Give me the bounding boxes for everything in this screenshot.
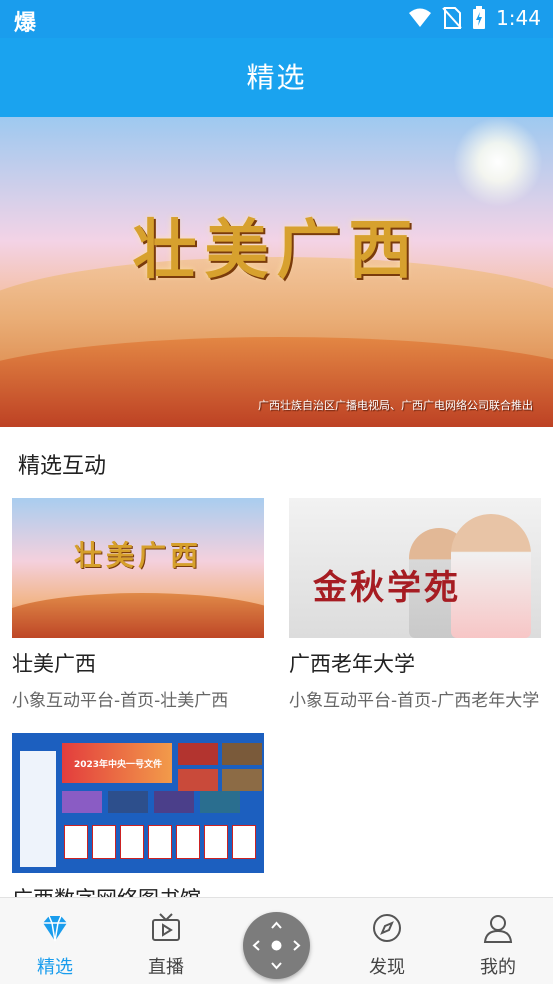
battery-charging-icon xyxy=(473,6,486,29)
elderly-person-image xyxy=(451,514,531,638)
card-description: 小象互动平台-首页-壮美广西 xyxy=(12,691,229,711)
tab-live[interactable]: 直播 xyxy=(126,912,206,979)
user-icon xyxy=(483,915,513,943)
thumbnail-tile xyxy=(222,769,262,791)
thumbnail-title: 金秋学苑 xyxy=(313,568,461,608)
card-title: 壮美广西 xyxy=(12,652,96,676)
wifi-icon xyxy=(409,8,432,27)
app-bar: 精选 xyxy=(0,38,553,117)
tab-featured[interactable]: 精选 xyxy=(15,912,95,979)
thumbnail-sidebar xyxy=(20,751,56,867)
thumbnail-book xyxy=(204,825,228,859)
thumbnail-tile xyxy=(62,791,102,813)
card-thumbnail[interactable]: 金秋学苑 xyxy=(289,498,541,638)
thumbnail-title: 壮美广西 xyxy=(73,539,202,572)
page-title: 精选 xyxy=(246,61,307,94)
card-guangxi-senior-university[interactable]: 金秋学苑 广西老年大学 小象互动平台-首页-广西老年大学 xyxy=(289,498,541,711)
banner-title: 壮美广西 xyxy=(132,213,421,288)
tv-icon xyxy=(152,913,180,941)
thumbnail-book xyxy=(148,825,172,859)
thumbnail-tile xyxy=(178,769,218,791)
card-description: 小象互动平台-首页-广西老年大学 xyxy=(289,691,540,711)
app-notification-icon: 爆 xyxy=(14,11,37,36)
tab-label: 精选 xyxy=(37,957,73,978)
banner-credit: 广西壮族自治区广播电视局、广西广电网络公司联合推出 xyxy=(258,399,533,412)
tab-label: 发现 xyxy=(369,957,405,978)
thumbnail-book xyxy=(120,825,144,859)
thumbnail-tile xyxy=(108,791,148,813)
card-thumbnail[interactable]: 壮美广西 xyxy=(12,498,264,638)
card-title: 广西老年大学 xyxy=(289,652,415,676)
tab-mine[interactable]: 我的 xyxy=(458,912,538,979)
thumbnail-tile xyxy=(154,791,194,813)
status-bar: 爆 1:44 xyxy=(0,0,553,38)
tab-label: 直播 xyxy=(148,957,184,978)
thumbnail-title: 2023年中央一号文件 xyxy=(73,760,163,770)
thumbnail-book xyxy=(232,825,256,859)
thumbnail-book xyxy=(176,825,200,859)
thumbnail-hill xyxy=(12,593,264,638)
remote-dpad-icon xyxy=(252,921,301,970)
compass-icon xyxy=(373,914,401,942)
thumbnail-book xyxy=(92,825,116,859)
card-guangxi-digital-library[interactable]: 2023年中央一号文件 广西数字网络图书馆 xyxy=(12,733,264,913)
tab-discover[interactable]: 发现 xyxy=(347,912,427,979)
diamond-icon xyxy=(43,915,67,942)
sun-flare xyxy=(453,117,543,207)
thumbnail-tile xyxy=(200,791,240,813)
no-sim-icon xyxy=(442,7,462,29)
card-zhuangmei-guangxi[interactable]: 壮美广西 壮美广西 小象互动平台-首页-壮美广西 xyxy=(12,498,264,711)
thumbnail-book xyxy=(64,825,88,859)
card-thumbnail[interactable]: 2023年中央一号文件 xyxy=(12,733,264,873)
status-time: 1:44 xyxy=(496,6,541,30)
thumbnail-tile xyxy=(178,743,218,765)
thumbnail-tile xyxy=(222,743,262,765)
hero-banner[interactable]: 壮美广西 广西壮族自治区广播电视局、广西广电网络公司联合推出 xyxy=(0,117,553,427)
banner-foreground xyxy=(0,337,553,427)
tab-label: 我的 xyxy=(480,957,516,978)
remote-control-button[interactable] xyxy=(243,912,310,979)
section-title: 精选互动 xyxy=(18,454,107,479)
status-icons: 1:44 xyxy=(408,6,541,30)
